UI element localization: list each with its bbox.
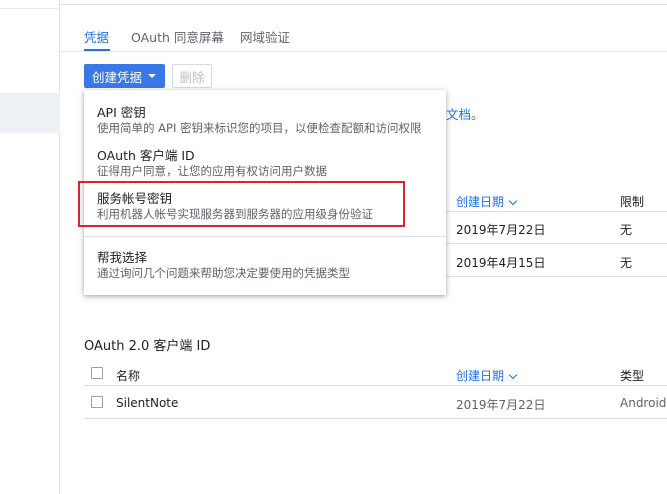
oauth-type-header: 类型 <box>620 369 645 383</box>
menu-item-title: OAuth 客户端 ID <box>97 148 195 163</box>
menu-item-description: 征得用户同意，让您的应用有权访问用户数据 <box>97 164 327 178</box>
documentation-link-area: 文档。 <box>446 104 484 123</box>
tab-oauth-consent-screen[interactable]: OAuth 同意屏幕 <box>131 27 224 47</box>
tabs-divider <box>60 51 667 52</box>
api-key-restrictions-cell: 无 <box>620 223 633 237</box>
table-divider <box>446 211 667 212</box>
tab-credentials[interactable]: 凭据 <box>84 27 109 47</box>
api-key-created-cell: 2019年7月22日 <box>456 223 546 237</box>
menu-item-help-me-choose[interactable]: 帮我选择 通过询问几个问题来帮助您决定要使用的凭据类型 <box>84 247 446 283</box>
menu-item-description: 使用简单的 API 密钥来标识您的项目，以便检查配额和访问权限 <box>97 121 422 135</box>
header-divider <box>60 4 667 5</box>
menu-item-api-key[interactable]: API 密钥 使用简单的 API 密钥来标识您的项目，以便检查配额和访问权限 <box>84 102 446 138</box>
menu-item-description: 通过询问几个问题来帮助您决定要使用的凭据类型 <box>97 266 350 280</box>
api-key-created-cell: 2019年4月15日 <box>456 256 546 270</box>
table-divider <box>446 276 667 277</box>
created-header-label: 创建日期 <box>456 369 505 383</box>
menu-item-oauth-client-id[interactable]: OAuth 客户端 ID 征得用户同意，让您的应用有权访问用户数据 <box>84 145 446 181</box>
create-credentials-menu: API 密钥 使用简单的 API 密钥来标识您的项目，以便检查配额和访问权限 O… <box>84 90 446 295</box>
sidebar-divider <box>0 8 60 9</box>
select-all-checkbox[interactable] <box>91 367 103 379</box>
table-divider <box>84 418 667 419</box>
documentation-link[interactable]: 文档 <box>446 107 471 122</box>
chevron-down-icon <box>508 196 518 206</box>
menu-item-title: 帮我选择 <box>97 250 148 265</box>
oauth-section-title: OAuth 2.0 客户端 ID <box>84 339 211 354</box>
menu-item-title: 服务帐号密钥 <box>97 191 173 206</box>
oauth-client-name-cell[interactable]: SilentNote <box>116 396 178 410</box>
row-checkbox[interactable] <box>91 396 103 408</box>
menu-item-description: 利用机器人帐号实现服务器到服务器的应用级身份验证 <box>97 207 373 221</box>
delete-button[interactable]: 删除 <box>172 64 212 88</box>
oauth-client-type-cell: Android <box>620 396 667 410</box>
table-divider <box>84 385 667 386</box>
api-keys-restrictions-header: 限制 <box>620 195 645 209</box>
api-key-restrictions-cell: 无 <box>620 256 633 270</box>
created-header-label: 创建日期 <box>456 195 505 209</box>
menu-divider <box>84 236 446 237</box>
api-keys-created-header[interactable]: 创建日期 <box>456 193 518 210</box>
left-sidebar <box>0 0 60 494</box>
menu-item-service-account-key[interactable]: 服务帐号密钥 利用机器人帐号实现服务器到服务器的应用级身份验证 <box>84 188 446 224</box>
link-suffix: 。 <box>471 107 484 122</box>
chevron-down-icon <box>508 370 518 380</box>
create-credentials-label: 创建凭据 <box>92 69 143 85</box>
oauth-client-created-cell: 2019年7月22日 <box>456 398 546 412</box>
oauth-created-header[interactable]: 创建日期 <box>456 367 518 384</box>
menu-item-title: API 密钥 <box>97 105 146 120</box>
oauth-name-header: 名称 <box>116 369 141 383</box>
sidebar-item-credentials[interactable] <box>0 93 60 133</box>
create-credentials-button[interactable]: 创建凭据 <box>84 64 165 88</box>
tab-domain-verification[interactable]: 网域验证 <box>240 27 290 47</box>
table-divider <box>446 243 667 244</box>
caret-down-icon <box>148 74 156 78</box>
